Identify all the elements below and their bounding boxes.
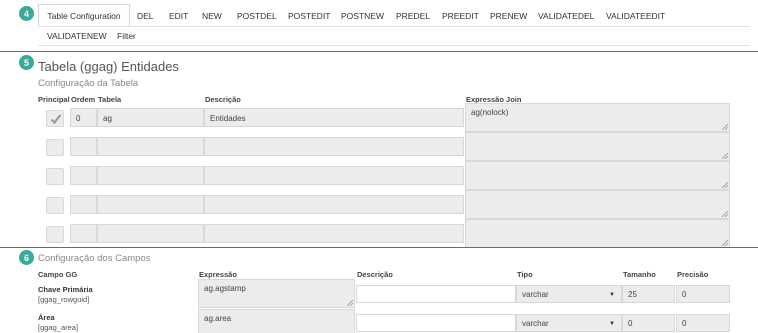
precisao-value: 0 [682, 290, 687, 299]
expressao-value: ag.area [204, 314, 232, 323]
field-label: Área [38, 313, 55, 322]
resize-handle-icon[interactable] [722, 211, 728, 217]
tab-label: Table Configuration [47, 10, 121, 21]
header-ordem: Ordem [71, 95, 96, 104]
resize-handle-icon[interactable] [722, 124, 728, 130]
ordem-input[interactable] [70, 224, 97, 243]
table-config-subtitle: Configuração da Tabela [38, 78, 139, 89]
tamanho-value: 0 [628, 319, 633, 328]
checkmark-icon [50, 114, 62, 125]
join-textarea[interactable]: ag(nolock) [465, 103, 730, 132]
tab-postedit[interactable]: POSTEDIT [288, 11, 331, 21]
principal-checkbox[interactable] [46, 226, 64, 243]
tab-del[interactable]: DEL [137, 11, 154, 21]
tab-predel[interactable]: PREDEL [396, 11, 430, 21]
tabs-divider-bottom [38, 45, 750, 46]
section-badge-tabs: 4 [19, 6, 34, 21]
tipo-value: varchar [522, 290, 549, 299]
tamanho-value: 25 [628, 290, 637, 299]
dropdown-arrow-icon: ▼ [609, 292, 615, 298]
precisao-input[interactable]: 0 [676, 285, 730, 303]
tabela-value: ag [103, 114, 112, 123]
tabela-input[interactable]: ag [97, 108, 204, 127]
join-textarea[interactable] [465, 161, 730, 190]
precisao-value: 0 [682, 319, 687, 328]
fields-config-subtitle: Configuração dos Campos [38, 253, 151, 264]
descricao-input[interactable] [356, 314, 516, 332]
descricao-input[interactable] [356, 285, 516, 303]
field-code: [ggag_area] [38, 323, 79, 332]
header-tipo: Tipo [517, 270, 533, 279]
header-tamanho: Tamanho [623, 270, 656, 279]
descricao-input[interactable]: Entidades [204, 108, 464, 127]
join-value: ag(nolock) [471, 108, 509, 117]
header-descricao: Descrição [205, 95, 241, 104]
join-textarea[interactable] [465, 132, 730, 161]
tamanho-input[interactable]: 0 [622, 314, 675, 332]
precisao-input[interactable]: 0 [676, 314, 730, 332]
expressao-value: ag.agstamp [204, 284, 246, 293]
ordem-input[interactable]: 0 [70, 108, 97, 127]
section-divider [0, 51, 758, 52]
expressao-textarea[interactable]: ag.area [198, 309, 355, 333]
section-badge-fields: 6 [19, 250, 34, 265]
join-textarea[interactable] [465, 219, 730, 248]
tabela-input[interactable] [97, 137, 204, 156]
join-textarea[interactable] [465, 190, 730, 219]
descricao-value: Entidades [210, 114, 246, 123]
tab-table-configuration[interactable]: Table Configuration [38, 4, 130, 27]
principal-checkbox[interactable] [46, 168, 64, 185]
tab-new[interactable]: NEW [202, 11, 222, 21]
principal-checkbox[interactable] [46, 110, 64, 127]
ordem-input[interactable] [70, 137, 97, 156]
tabela-input[interactable] [97, 166, 204, 185]
descricao-input[interactable] [204, 224, 464, 243]
principal-checkbox[interactable] [46, 197, 64, 214]
ordem-value: 0 [76, 114, 81, 123]
header-expressao: Expressão [199, 270, 237, 279]
tipo-select[interactable]: varchar ▼ [516, 285, 622, 303]
principal-checkbox[interactable] [46, 139, 64, 156]
resize-handle-icon[interactable] [722, 240, 728, 246]
header-tabela: Tabela [98, 95, 122, 104]
tabela-input[interactable] [97, 224, 204, 243]
ordem-input[interactable] [70, 195, 97, 214]
resize-handle-icon[interactable] [722, 153, 728, 159]
field-label: Chave Primária [38, 285, 93, 294]
field-code: [ggag_rowguid] [38, 295, 90, 304]
tab-prenew[interactable]: PRENEW [490, 11, 527, 21]
tab-validatedel[interactable]: VALIDATEDEL [538, 11, 594, 21]
tipo-select[interactable]: varchar ▼ [516, 314, 622, 332]
page-title: Tabela (ggag) Entidades [38, 59, 179, 74]
section-badge-table: 5 [19, 55, 34, 70]
header-precisao: Precisão [677, 270, 709, 279]
tab-validatenew[interactable]: VALIDATENEW [47, 31, 107, 41]
descricao-input[interactable] [204, 166, 464, 185]
tamanho-input[interactable]: 25 [622, 285, 675, 303]
tipo-value: varchar [522, 319, 549, 328]
expressao-textarea[interactable]: ag.agstamp [198, 279, 355, 308]
resize-handle-icon[interactable] [347, 300, 353, 306]
tab-filter[interactable]: Filter [117, 31, 136, 41]
tabela-input[interactable] [97, 195, 204, 214]
header-campo-gg: Campo GG [38, 270, 78, 279]
tab-preedit[interactable]: PREEDIT [442, 11, 479, 21]
resize-handle-icon[interactable] [722, 182, 728, 188]
descricao-input[interactable] [204, 137, 464, 156]
dropdown-arrow-icon: ▼ [609, 321, 615, 327]
header-descricao-campo: Descrição [357, 270, 393, 279]
section-divider [0, 247, 758, 248]
tab-edit[interactable]: EDIT [169, 11, 188, 21]
descricao-input[interactable] [204, 195, 464, 214]
ordem-input[interactable] [70, 166, 97, 185]
tab-postdel[interactable]: POSTDEL [237, 11, 277, 21]
header-principal: Principal [38, 95, 70, 104]
tab-validateedit[interactable]: VALIDATEEDIT [606, 11, 665, 21]
tabs-divider [38, 26, 750, 27]
tab-postnew[interactable]: POSTNEW [341, 11, 384, 21]
